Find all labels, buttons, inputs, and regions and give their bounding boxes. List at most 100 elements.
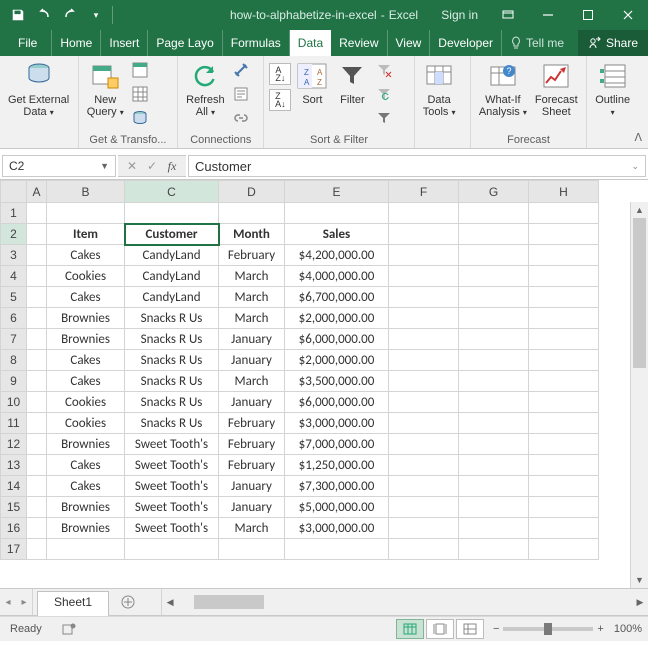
row-header-3[interactable]: 3	[1, 245, 27, 266]
tab-insert[interactable]: Insert	[101, 30, 148, 56]
cell-H15[interactable]	[529, 497, 599, 518]
cell-D7[interactable]: January	[219, 329, 285, 350]
cell-C8[interactable]: Snacks R Us	[125, 350, 219, 371]
cell-D13[interactable]: February	[219, 455, 285, 476]
cell-B4[interactable]: Cookies	[47, 266, 125, 287]
save-icon[interactable]	[6, 3, 30, 27]
row-header-15[interactable]: 15	[1, 497, 27, 518]
cell-F3[interactable]	[389, 245, 459, 266]
row-header-9[interactable]: 9	[1, 371, 27, 392]
column-header-E[interactable]: E	[285, 181, 389, 203]
cell-F14[interactable]	[389, 476, 459, 497]
cell-C6[interactable]: Snacks R Us	[125, 308, 219, 329]
cell-A13[interactable]	[27, 455, 47, 476]
recent-sources-icon[interactable]	[129, 107, 151, 129]
cell-C11[interactable]: Snacks R Us	[125, 413, 219, 434]
cell-H11[interactable]	[529, 413, 599, 434]
cell-A10[interactable]	[27, 392, 47, 413]
chevron-down-icon[interactable]: ▼	[100, 161, 109, 171]
cell-H16[interactable]	[529, 518, 599, 539]
new-query-button[interactable]: NewQuery ▾	[83, 58, 128, 120]
cell-C5[interactable]: CandyLand	[125, 287, 219, 308]
column-header-H[interactable]: H	[529, 181, 599, 203]
cell-H10[interactable]	[529, 392, 599, 413]
refresh-all-button[interactable]: RefreshAll ▾	[182, 58, 229, 120]
cell-B8[interactable]: Cakes	[47, 350, 125, 371]
cell-F17[interactable]	[389, 539, 459, 560]
cell-H13[interactable]	[529, 455, 599, 476]
cell-C17[interactable]	[125, 539, 219, 560]
cell-B9[interactable]: Cakes	[47, 371, 125, 392]
column-header-B[interactable]: B	[47, 181, 125, 203]
cell-E3[interactable]: $4,200,000.00	[285, 245, 389, 266]
cell-A3[interactable]	[27, 245, 47, 266]
cell-D11[interactable]: February	[219, 413, 285, 434]
zoom-in-icon[interactable]: +	[597, 623, 603, 635]
tab-home[interactable]: Home	[52, 30, 101, 56]
minimize-icon[interactable]	[528, 0, 568, 30]
forecast-sheet-button[interactable]: ForecastSheet	[531, 58, 582, 120]
maximize-icon[interactable]	[568, 0, 608, 30]
cell-C16[interactable]: Sweet Tooth's	[125, 518, 219, 539]
cell-F1[interactable]	[389, 203, 459, 224]
cell-B10[interactable]: Cookies	[47, 392, 125, 413]
cell-C1[interactable]	[125, 203, 219, 224]
enter-formula-icon[interactable]: ✓	[142, 159, 162, 173]
collapse-ribbon-icon[interactable]: ᐱ	[634, 131, 642, 144]
cell-G6[interactable]	[459, 308, 529, 329]
cell-B6[interactable]: Brownies	[47, 308, 125, 329]
cell-A2[interactable]	[27, 224, 47, 245]
row-header-13[interactable]: 13	[1, 455, 27, 476]
row-header-17[interactable]: 17	[1, 539, 27, 560]
cell-H1[interactable]	[529, 203, 599, 224]
cell-E2[interactable]: Sales	[285, 224, 389, 245]
cell-D17[interactable]	[219, 539, 285, 560]
row-header-2[interactable]: 2	[1, 224, 27, 245]
cell-C4[interactable]: CandyLand	[125, 266, 219, 287]
cell-G1[interactable]	[459, 203, 529, 224]
cell-E5[interactable]: $6,700,000.00	[285, 287, 389, 308]
clear-filter-icon[interactable]	[373, 59, 395, 81]
filter-button[interactable]: Filter	[332, 58, 372, 108]
tellme-search[interactable]: Tell me	[502, 30, 572, 56]
outline-button[interactable]: Outline▾	[591, 58, 634, 120]
cell-F15[interactable]	[389, 497, 459, 518]
name-box[interactable]: C2 ▼	[2, 155, 116, 177]
zoom-slider[interactable]	[503, 627, 593, 631]
cell-G13[interactable]	[459, 455, 529, 476]
cell-G14[interactable]	[459, 476, 529, 497]
cell-C2[interactable]: Customer	[125, 224, 219, 245]
cell-A11[interactable]	[27, 413, 47, 434]
from-table-icon[interactable]	[129, 83, 151, 105]
cell-D5[interactable]: March	[219, 287, 285, 308]
cell-E11[interactable]: $3,000,000.00	[285, 413, 389, 434]
show-queries-icon[interactable]	[129, 59, 151, 81]
vertical-scrollbar[interactable]: ▲ ▼	[630, 202, 648, 588]
cell-E9[interactable]: $3,500,000.00	[285, 371, 389, 392]
cell-D12[interactable]: February	[219, 434, 285, 455]
cell-D15[interactable]: January	[219, 497, 285, 518]
cell-F9[interactable]	[389, 371, 459, 392]
view-normal-icon[interactable]	[396, 619, 424, 639]
cell-D6[interactable]: March	[219, 308, 285, 329]
spreadsheet[interactable]: ABCDEFGH12ItemCustomerMonthSales3CakesCa…	[0, 180, 648, 589]
formula-input[interactable]: Customer ⌄	[188, 155, 646, 177]
cell-B1[interactable]	[47, 203, 125, 224]
cell-D8[interactable]: January	[219, 350, 285, 371]
cell-H8[interactable]	[529, 350, 599, 371]
reapply-icon[interactable]	[373, 83, 395, 105]
sheet-nav[interactable]: ◂▸	[0, 589, 33, 615]
macro-record-icon[interactable]	[62, 622, 76, 636]
cell-G7[interactable]	[459, 329, 529, 350]
cell-C13[interactable]: Sweet Tooth's	[125, 455, 219, 476]
column-header-C[interactable]: C	[125, 181, 219, 203]
cell-G15[interactable]	[459, 497, 529, 518]
tab-view[interactable]: View	[388, 30, 431, 56]
tab-review[interactable]: Review	[331, 30, 387, 56]
cell-D16[interactable]: March	[219, 518, 285, 539]
cell-E8[interactable]: $2,000,000.00	[285, 350, 389, 371]
cell-E10[interactable]: $6,000,000.00	[285, 392, 389, 413]
cell-H12[interactable]	[529, 434, 599, 455]
cell-A8[interactable]	[27, 350, 47, 371]
data-tools-button[interactable]: DataTools ▾	[419, 58, 460, 120]
